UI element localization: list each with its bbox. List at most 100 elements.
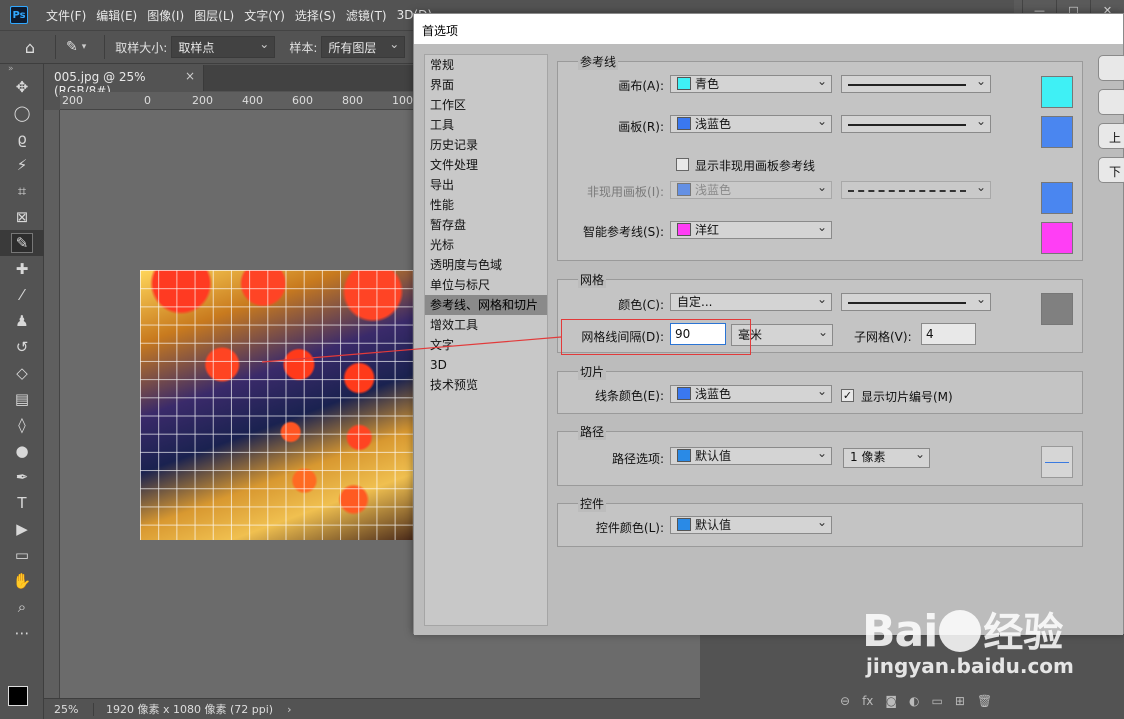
nav-item[interactable]: 技术预览	[425, 375, 547, 395]
menu-select[interactable]: 选择(S)	[295, 7, 336, 24]
canvas-style-select[interactable]	[841, 73, 991, 93]
frame-tool-icon[interactable]: ⊠	[0, 204, 44, 230]
path-select-icon[interactable]: ▶	[0, 516, 44, 542]
nav-item[interactable]: 导出	[425, 175, 547, 195]
nav-item[interactable]: 增效工具	[425, 315, 547, 335]
stamp-tool-icon[interactable]: ♟	[0, 308, 44, 334]
home-icon[interactable]: ⌂	[15, 38, 45, 57]
nav-item[interactable]: 单位与标尺	[425, 275, 547, 295]
nav-item[interactable]: 工具	[425, 115, 547, 135]
zoom-tool-icon[interactable]: ⌕	[0, 594, 44, 620]
magic-wand-icon[interactable]: ⚡	[0, 152, 44, 178]
controls-title: 控件	[578, 495, 607, 512]
nav-item[interactable]: 常规	[425, 55, 547, 75]
divider	[55, 35, 56, 59]
eyedropper-icon[interactable]: ✎	[66, 39, 78, 55]
eraser-tool-icon[interactable]: ◇	[0, 360, 44, 386]
more-tools-icon[interactable]: ⋯	[0, 620, 44, 646]
menu-file[interactable]: 文件(F)	[46, 7, 86, 24]
artboard-style-select[interactable]	[841, 113, 991, 133]
folder-icon[interactable]: ▭	[932, 694, 943, 708]
menu-edit[interactable]: 编辑(E)	[96, 7, 137, 24]
nav-item[interactable]: 3D	[425, 355, 547, 375]
show-slice-numbers-checkbox[interactable]: ✓	[841, 389, 854, 402]
crop-tool-icon[interactable]: ⌗	[0, 178, 44, 204]
ruler-tick: 800	[342, 94, 363, 107]
mask-icon[interactable]: ◙	[885, 694, 897, 708]
menu-filter[interactable]: 滤镜(T)	[346, 7, 387, 24]
show-inactive-checkbox[interactable]	[676, 158, 689, 171]
divider	[104, 35, 106, 59]
prev-button[interactable]: 上	[1098, 123, 1124, 149]
blue-swatch	[677, 449, 691, 462]
document-tab[interactable]: 005.jpg @ 25%(RGB/8#) ×	[44, 65, 204, 98]
controls-color-select[interactable]: 默认值	[670, 514, 832, 534]
nav-item[interactable]: 文件处理	[425, 155, 547, 175]
color-swatches[interactable]	[8, 686, 40, 716]
foreground-color[interactable]	[8, 686, 28, 706]
nav-item[interactable]: 文字	[425, 335, 547, 355]
nav-item[interactable]: 光标	[425, 235, 547, 255]
marquee-tool-icon[interactable]: ◯	[0, 100, 44, 126]
nav-item[interactable]: 暂存盘	[425, 215, 547, 235]
grid-color-swatch[interactable]	[1041, 293, 1073, 325]
nav-item[interactable]: 界面	[425, 75, 547, 95]
show-inactive-label: 显示非现用画板参考线	[695, 159, 816, 173]
new-layer-icon[interactable]: ⊞	[955, 694, 965, 708]
close-tab-icon[interactable]: ×	[185, 69, 195, 83]
watermark-brand: Bai	[862, 606, 938, 657]
artboard-color-swatch[interactable]	[1041, 116, 1073, 148]
menu-type[interactable]: 文字(Y)	[244, 7, 285, 24]
lasso-tool-icon[interactable]: ϱ	[0, 126, 44, 152]
eyedropper-tool-icon[interactable]: ✎	[0, 230, 44, 256]
fx-icon[interactable]: fx	[862, 694, 873, 708]
ok-button[interactable]	[1098, 55, 1124, 81]
grid-style-select[interactable]	[841, 291, 991, 311]
sample-select[interactable]: 所有图层	[321, 36, 406, 58]
cancel-button[interactable]	[1098, 89, 1124, 115]
subdivisions-input[interactable]: 4	[921, 323, 976, 345]
nav-item[interactable]: 性能	[425, 195, 547, 215]
grid-color-select[interactable]: 自定...	[670, 291, 832, 311]
adjustment-icon[interactable]: ◐	[909, 694, 919, 708]
smart-guides-color-swatch[interactable]	[1041, 222, 1073, 254]
nav-item[interactable]: 透明度与色域	[425, 255, 547, 275]
chevron-right-icon[interactable]: ›	[287, 703, 291, 716]
artboard-color-select[interactable]: 浅蓝色	[670, 113, 832, 133]
menu-layer[interactable]: 图层(L)	[194, 7, 234, 24]
zoom-level[interactable]: 25%	[44, 702, 94, 716]
nav-item-guides-grid-slices[interactable]: 参考线、网格和切片	[425, 295, 547, 315]
slice-color-value: 浅蓝色	[695, 387, 732, 401]
next-button[interactable]: 下	[1098, 157, 1124, 183]
gradient-tool-icon[interactable]: ▤	[0, 386, 44, 412]
brush-tool-icon[interactable]: ⁄	[0, 282, 44, 308]
document-image[interactable]	[140, 270, 414, 540]
chevron-down-icon[interactable]: ▾	[82, 42, 87, 52]
pen-tool-icon[interactable]: ✒	[0, 464, 44, 490]
rectangle-tool-icon[interactable]: ▭	[0, 542, 44, 568]
vertical-ruler	[44, 110, 60, 700]
healing-brush-icon[interactable]: ✚	[0, 256, 44, 282]
smart-guides-color-select[interactable]: 洋红	[670, 219, 832, 239]
trash-icon[interactable]: 🗑	[977, 694, 992, 708]
layers-panel-actions: ⊖ fx ◙ ◐ ▭ ⊞ 🗑	[840, 694, 992, 708]
move-tool-icon[interactable]: ✥	[0, 74, 44, 100]
ruler-tick: 600	[292, 94, 313, 107]
canvas-color-select[interactable]: 青色	[670, 73, 832, 93]
smart-color-value: 洋红	[695, 223, 720, 237]
canvas-color-swatch[interactable]	[1041, 76, 1073, 108]
nav-item[interactable]: 历史记录	[425, 135, 547, 155]
blur-tool-icon[interactable]: ◊	[0, 412, 44, 438]
slice-line-color-select[interactable]: 浅蓝色	[670, 383, 832, 403]
link-icon[interactable]: ⊖	[840, 694, 850, 708]
sample-size-select[interactable]: 取样点	[171, 36, 276, 58]
hand-tool-icon[interactable]: ✋	[0, 568, 44, 594]
path-color-select[interactable]: 默认值	[670, 445, 832, 465]
nav-item[interactable]: 工作区	[425, 95, 547, 115]
dodge-tool-icon[interactable]: ●	[0, 438, 44, 464]
path-width-select[interactable]: 1 像素	[843, 446, 930, 468]
panel-grip[interactable]: »	[0, 64, 43, 74]
menu-image[interactable]: 图像(I)	[147, 7, 184, 24]
type-tool-icon[interactable]: T	[0, 490, 44, 516]
history-brush-icon[interactable]: ↺	[0, 334, 44, 360]
